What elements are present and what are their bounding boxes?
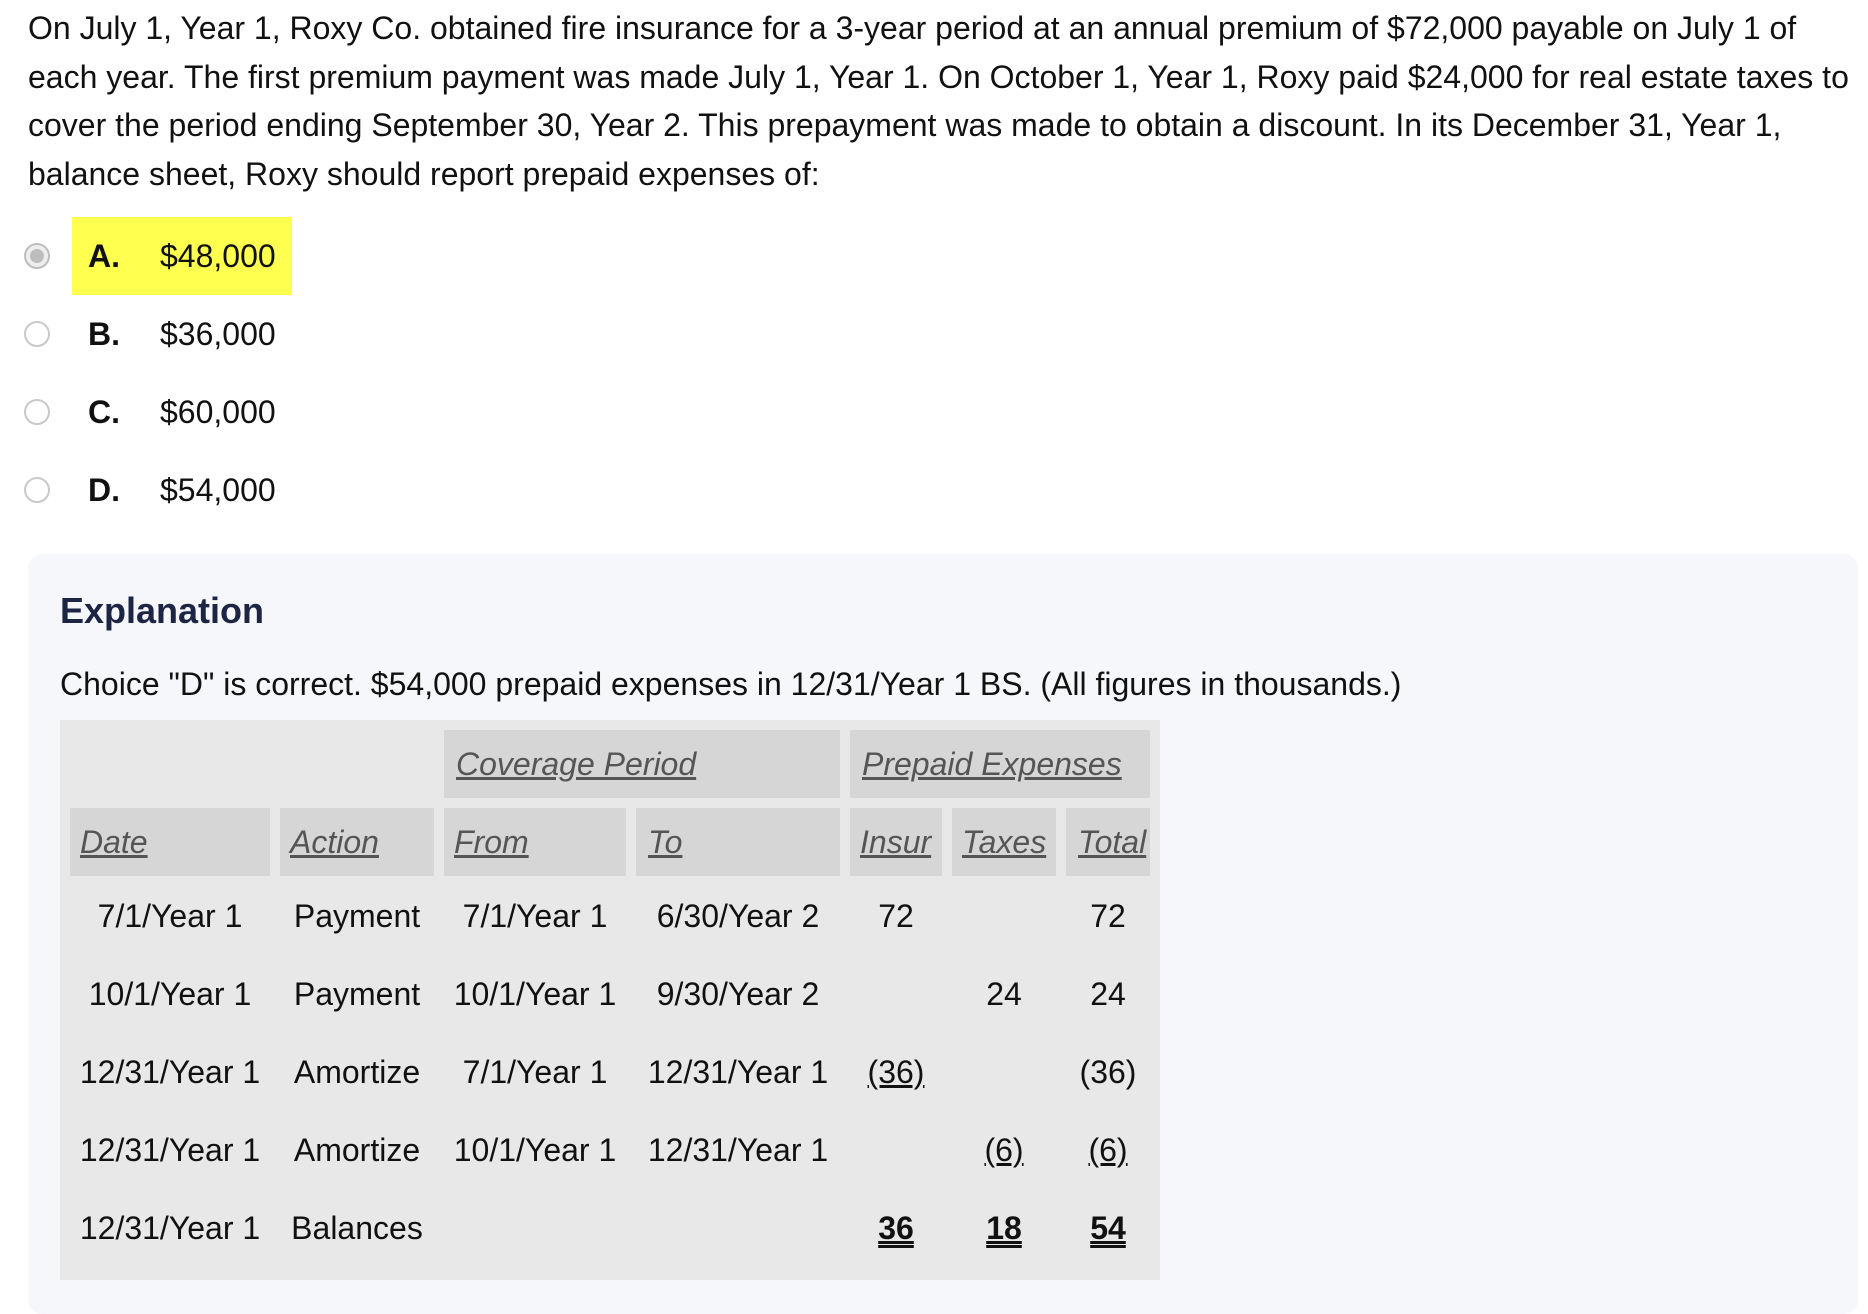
choice-a-letter: A. bbox=[88, 237, 120, 274]
table-cell-date: 12/31/Year 1 bbox=[79, 1132, 261, 1168]
table-cell-to: 12/31/Year 1 bbox=[647, 1054, 829, 1090]
table-cell-insur: 36 bbox=[878, 1210, 914, 1246]
choice-a[interactable]: A. $48,000 bbox=[24, 217, 292, 295]
header-to: To bbox=[636, 808, 840, 876]
prepaid-expenses-table: Coverage Period Prepaid Expenses Date Ac… bbox=[60, 720, 1160, 1280]
table-cell-to: 9/30/Year 2 bbox=[656, 976, 820, 1012]
radio-c[interactable] bbox=[24, 399, 50, 425]
choice-d-letter: D. bbox=[88, 471, 120, 508]
table-cell-date: 12/31/Year 1 bbox=[79, 1054, 261, 1090]
table-cell-from: 10/1/Year 1 bbox=[453, 976, 617, 1012]
header-insur: Insur bbox=[850, 808, 942, 876]
table-cell-action: Amortize bbox=[293, 1054, 421, 1090]
table-cell-total: 72 bbox=[1090, 898, 1126, 934]
choice-c-value: $60,000 bbox=[160, 393, 276, 430]
table-cell-to: 6/30/Year 2 bbox=[656, 898, 820, 934]
choice-d[interactable]: D. $54,000 bbox=[24, 458, 292, 522]
choice-a-value: $48,000 bbox=[160, 237, 276, 274]
table-cell-action: Balances bbox=[291, 1210, 423, 1246]
explanation-text: Choice "D" is correct. $54,000 prepaid e… bbox=[60, 666, 1402, 702]
choice-b-letter: B. bbox=[88, 315, 120, 352]
choice-b-body[interactable]: B. $36,000 bbox=[72, 295, 292, 373]
header-coverage-period: Coverage Period bbox=[444, 730, 840, 798]
radio-b[interactable] bbox=[24, 321, 50, 347]
radio-d[interactable] bbox=[24, 477, 50, 503]
header-date: Date bbox=[70, 808, 270, 876]
table-cell-from: 10/1/Year 1 bbox=[453, 1132, 617, 1168]
table-cell-from: 7/1/Year 1 bbox=[462, 898, 608, 934]
radio-a[interactable] bbox=[24, 243, 50, 269]
table-cell-action: Payment bbox=[293, 898, 421, 934]
table-cell-total: 54 bbox=[1090, 1210, 1126, 1246]
choice-a-body[interactable]: A. $48,000 bbox=[72, 217, 292, 295]
choice-d-value: $54,000 bbox=[160, 471, 276, 508]
choice-c[interactable]: C. $60,000 bbox=[24, 380, 292, 444]
explanation-panel: Explanation Choice "D" is correct. $54,0… bbox=[28, 554, 1858, 1314]
table-cell-date: 10/1/Year 1 bbox=[88, 976, 252, 1012]
table-cell-taxes: 18 bbox=[986, 1210, 1022, 1246]
header-taxes: Taxes bbox=[952, 808, 1056, 876]
table-cell-date: 12/31/Year 1 bbox=[79, 1210, 261, 1246]
choice-b[interactable]: B. $36,000 bbox=[24, 302, 292, 366]
choice-c-body[interactable]: C. $60,000 bbox=[72, 373, 292, 451]
table-cell-action: Payment bbox=[293, 976, 421, 1012]
choice-b-value: $36,000 bbox=[160, 315, 276, 352]
table-cell-taxes: (6) bbox=[984, 1132, 1024, 1168]
table-cell-insur: 72 bbox=[878, 898, 914, 934]
table-cell-insur: (36) bbox=[867, 1054, 925, 1090]
explanation-title: Explanation bbox=[60, 590, 265, 631]
table-cell-date: 7/1/Year 1 bbox=[97, 898, 243, 934]
header-action: Action bbox=[280, 808, 434, 876]
table-cell-total: 24 bbox=[1090, 976, 1126, 1012]
header-total: Total bbox=[1066, 808, 1150, 876]
choice-c-letter: C. bbox=[88, 393, 120, 430]
radio-selected-dot bbox=[30, 249, 44, 263]
choice-d-body[interactable]: D. $54,000 bbox=[72, 451, 292, 529]
header-from: From bbox=[444, 808, 626, 876]
table-cell-from: 7/1/Year 1 bbox=[462, 1054, 608, 1090]
table-cell-total: (36) bbox=[1079, 1054, 1137, 1090]
table-cell-taxes: 24 bbox=[986, 976, 1022, 1012]
table-cell-action: Amortize bbox=[293, 1132, 421, 1168]
question-text: On July 1, Year 1, Roxy Co. obtained fir… bbox=[28, 10, 1849, 192]
table-cell-total: (6) bbox=[1088, 1132, 1128, 1168]
header-prepaid-expenses: Prepaid Expenses bbox=[850, 730, 1150, 798]
table-cell-to: 12/31/Year 1 bbox=[647, 1132, 829, 1168]
